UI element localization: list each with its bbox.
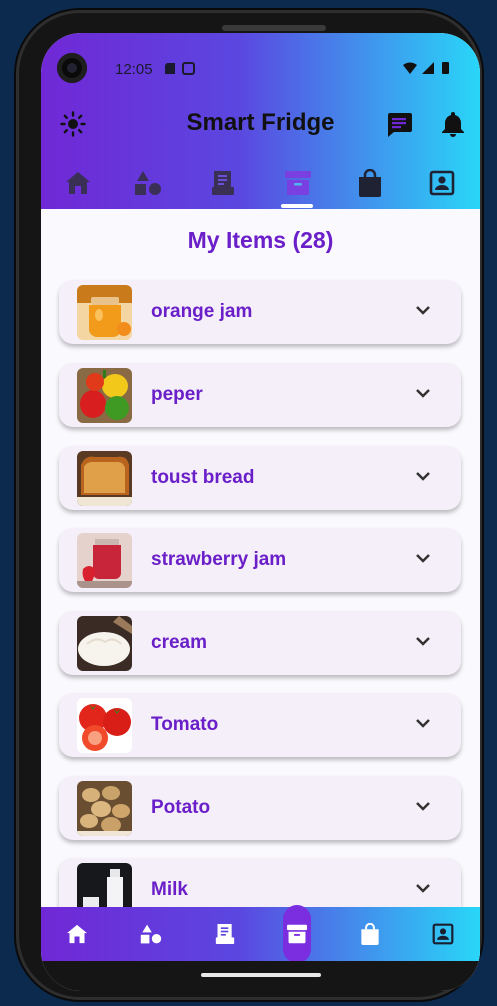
profile-icon xyxy=(429,170,455,196)
cream-image xyxy=(77,616,132,671)
categories-icon xyxy=(140,924,162,944)
tab-categories[interactable] xyxy=(130,165,166,201)
tab-shopping[interactable] xyxy=(352,165,388,201)
app-title: Smart Fridge xyxy=(186,109,335,136)
chevron-down-icon[interactable] xyxy=(415,800,431,818)
item-label: Tomato xyxy=(151,714,219,735)
messages-icon[interactable] xyxy=(385,110,413,143)
shopping-bag-icon xyxy=(359,169,381,197)
chevron-down-icon[interactable] xyxy=(415,552,431,570)
notifications-bell-icon[interactable] xyxy=(441,110,465,143)
tab-home[interactable] xyxy=(60,165,96,201)
receipt-icon xyxy=(215,924,235,944)
list-item-toust-bread[interactable]: toust bread xyxy=(59,446,461,510)
archive-box-icon xyxy=(287,924,307,944)
chevron-down-icon[interactable] xyxy=(415,635,431,653)
bottom-nav-shopping[interactable] xyxy=(356,920,384,948)
bottom-nav-items[interactable] xyxy=(283,920,311,948)
item-label: orange jam xyxy=(151,301,253,322)
chevron-down-icon[interactable] xyxy=(415,882,431,900)
section-title: My Items (28) xyxy=(187,227,334,253)
tab-receipts[interactable] xyxy=(205,165,241,201)
bottom-nav-categories[interactable] xyxy=(137,920,165,948)
top-tab-bar xyxy=(41,165,480,205)
peppers-image xyxy=(77,368,132,423)
home-icon xyxy=(67,924,87,944)
receipt-icon xyxy=(212,171,234,195)
orange-jam-image xyxy=(77,285,132,340)
toast-bread-image xyxy=(77,451,132,506)
tab-profile[interactable] xyxy=(424,165,460,201)
active-tab-indicator xyxy=(281,204,313,208)
chevron-down-icon[interactable] xyxy=(415,717,431,735)
status-time: 12:05 xyxy=(115,61,153,78)
list-item-peper[interactable]: peper xyxy=(59,363,461,427)
tomato-image xyxy=(77,698,132,753)
shopping-bag-icon xyxy=(361,923,379,945)
list-item-potato[interactable]: Potato xyxy=(59,776,461,840)
item-label: Potato xyxy=(151,797,211,818)
chevron-down-icon[interactable] xyxy=(415,470,431,488)
bottom-nav-profile[interactable] xyxy=(429,920,457,948)
bottom-navigation xyxy=(41,905,480,963)
chevron-down-icon[interactable] xyxy=(415,304,431,322)
item-label: cream xyxy=(151,632,207,653)
bottom-nav-receipts[interactable] xyxy=(211,920,239,948)
item-label: Milk xyxy=(151,879,188,900)
archive-box-icon xyxy=(285,171,311,195)
home-icon xyxy=(66,172,90,194)
list-item-orange-jam[interactable]: orange jam xyxy=(59,280,461,344)
profile-icon xyxy=(432,923,454,945)
main-content: My Items (28) orange jam peper toust bre… xyxy=(41,209,480,922)
front-camera xyxy=(57,53,87,83)
system-gesture-area xyxy=(41,961,480,991)
categories-icon xyxy=(135,171,161,195)
speaker-grille xyxy=(222,25,326,31)
chevron-down-icon[interactable] xyxy=(415,387,431,405)
home-gesture-bar[interactable] xyxy=(201,973,321,977)
item-label: peper xyxy=(151,384,203,405)
potato-image xyxy=(77,781,132,836)
status-notification-icons xyxy=(165,61,199,78)
item-label: strawberry jam xyxy=(151,549,287,570)
status-system-icons xyxy=(402,61,452,78)
app-screen: 12:05 Smart Fridge My Items (28) orange … xyxy=(41,33,480,991)
tab-items[interactable] xyxy=(280,165,316,201)
strawberry-jam-image xyxy=(77,533,132,588)
list-item-strawberry-jam[interactable]: strawberry jam xyxy=(59,528,461,592)
item-label: toust bread xyxy=(151,467,255,488)
app-header: 12:05 Smart Fridge xyxy=(41,33,480,209)
bottom-nav-home[interactable] xyxy=(63,920,91,948)
list-item-tomato[interactable]: Tomato xyxy=(59,693,461,757)
list-item-cream[interactable]: cream xyxy=(59,611,461,675)
